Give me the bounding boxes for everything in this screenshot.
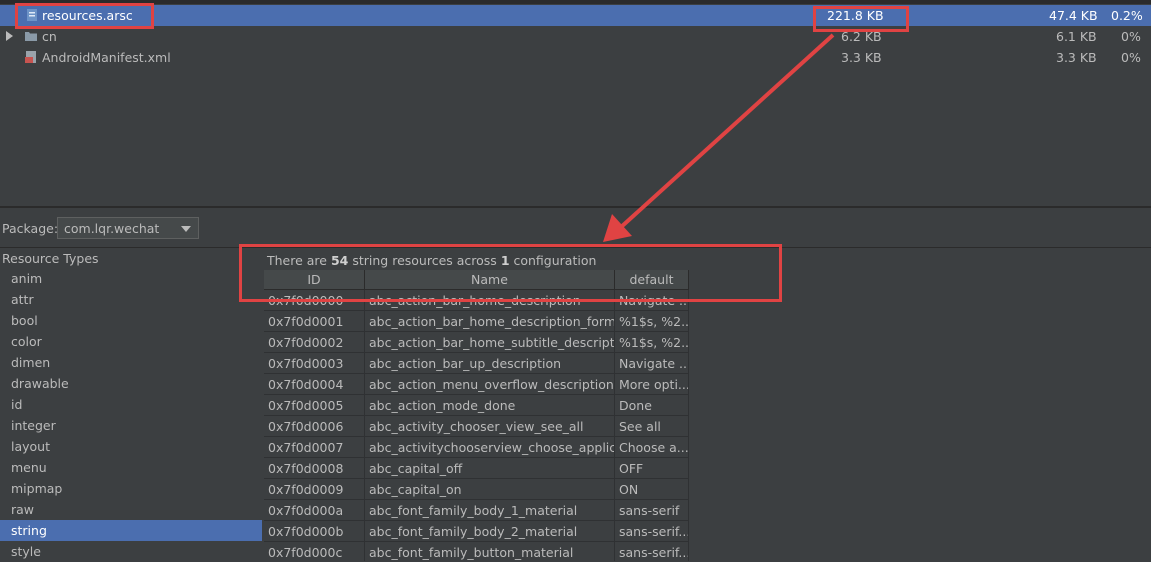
annotation-arrow-icon [603, 33, 835, 242]
